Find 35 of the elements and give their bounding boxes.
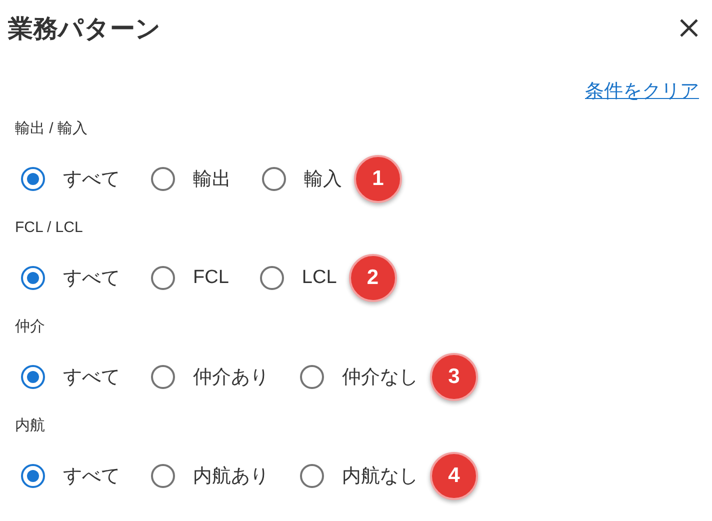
option-label: 内航なし <box>342 465 418 489</box>
radio-button[interactable] <box>20 463 46 489</box>
option-label: FCL <box>193 267 229 289</box>
radio-button[interactable] <box>150 463 176 489</box>
radio-button[interactable] <box>20 265 46 291</box>
radio-button[interactable] <box>20 364 46 390</box>
radio-button[interactable] <box>150 166 176 192</box>
number-badge: 2 <box>348 254 397 302</box>
clear-link[interactable]: 条件をクリア <box>585 78 699 106</box>
group-label: 仲介 <box>15 317 45 337</box>
option-label: 輸入 <box>304 168 342 192</box>
option-label: すべて <box>63 465 120 489</box>
radio-button[interactable] <box>258 265 285 291</box>
number-badge: 3 <box>430 353 478 401</box>
number-badge: 4 <box>430 452 478 500</box>
number-badge: 1 <box>354 155 402 203</box>
radio-button[interactable] <box>299 364 325 390</box>
option-label: 内航あり <box>193 465 269 489</box>
close-icon[interactable] <box>678 17 700 39</box>
option-label: 輸出 <box>193 168 231 192</box>
option-label: すべて <box>63 168 120 192</box>
option-label: LCL <box>302 267 337 289</box>
group-label: FCL / LCL <box>15 218 83 238</box>
option-label: 仲介なし <box>342 366 418 390</box>
radio-button[interactable] <box>20 166 46 192</box>
option-label: すべて <box>63 267 120 291</box>
radio-button[interactable] <box>299 463 325 489</box>
group-label: 内航 <box>15 416 45 436</box>
option-label: すべて <box>63 366 120 390</box>
panel-title: 業務パターン <box>8 14 161 44</box>
radio-button[interactable] <box>261 166 287 192</box>
group-label: 輸出 / 輸入 <box>15 119 88 139</box>
radio-button[interactable] <box>150 364 176 390</box>
radio-button[interactable] <box>150 265 176 291</box>
option-label: 仲介あり <box>193 366 269 390</box>
